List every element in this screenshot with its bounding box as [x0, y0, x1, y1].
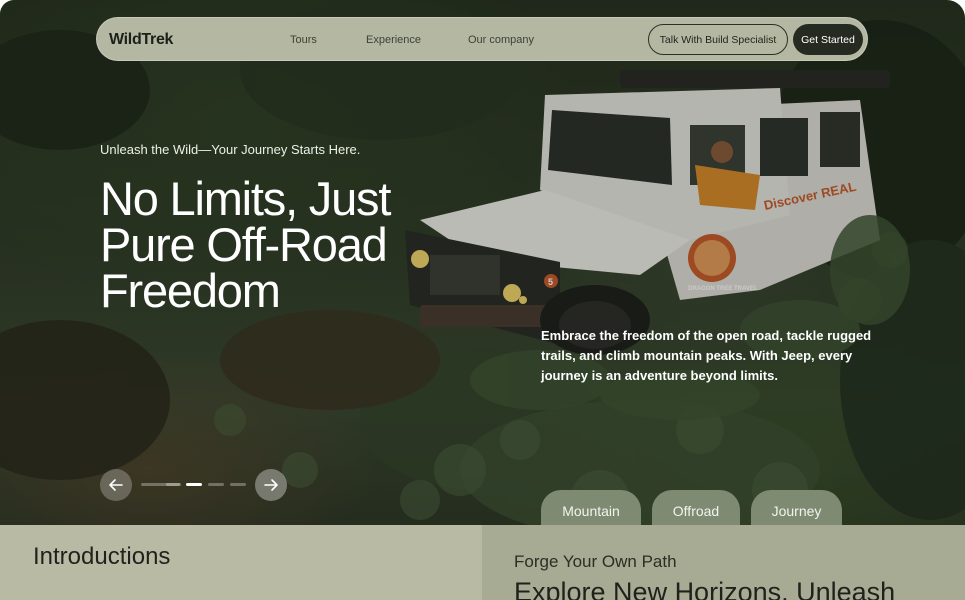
talk-specialist-button[interactable]: Talk With Build Specialist	[648, 24, 788, 55]
get-started-button[interactable]: Get Started	[793, 24, 863, 55]
hero-eyebrow: Unleash the Wild—Your Journey Starts Her…	[100, 142, 361, 157]
forge-path-section: Forge Your Own Path Explore New Horizons…	[482, 525, 965, 600]
hero-banner: Discover REAL DRAGON TREE TRAVEL 5 WildT…	[0, 0, 965, 530]
forge-title: Explore New Horizons, Unleash	[514, 577, 896, 600]
tag-journey[interactable]: Journey	[751, 490, 842, 530]
hero-headline: No Limits, Just Pure Off-Road Freedom	[100, 172, 391, 317]
tag-offroad[interactable]: Offroad	[652, 490, 740, 530]
arrow-right-icon	[264, 479, 278, 491]
introductions-title: Introductions	[33, 543, 171, 570]
carousel-prev-button[interactable]	[100, 469, 132, 501]
tag-mountain[interactable]: Mountain	[541, 490, 641, 530]
nav-link-our-company[interactable]: Our company	[468, 34, 534, 46]
carousel-next-button[interactable]	[255, 469, 287, 501]
carousel-dot-4[interactable]	[208, 483, 224, 486]
carousel-dot-2[interactable]	[166, 483, 180, 486]
forge-subtitle: Forge Your Own Path	[514, 552, 677, 571]
nav-link-experience[interactable]: Experience	[366, 34, 421, 46]
nav-link-tours[interactable]: Tours	[290, 34, 317, 46]
introductions-section: Introductions	[0, 525, 482, 600]
logo[interactable]: WildTrek	[109, 31, 173, 49]
hero-description: Embrace the freedom of the open road, ta…	[541, 328, 872, 383]
carousel-dot-5[interactable]	[230, 483, 246, 486]
arrow-left-icon	[109, 479, 123, 491]
carousel-dot-active[interactable]	[186, 483, 202, 486]
top-nav: WildTrek Tours Experience Our company Ta…	[96, 17, 868, 61]
